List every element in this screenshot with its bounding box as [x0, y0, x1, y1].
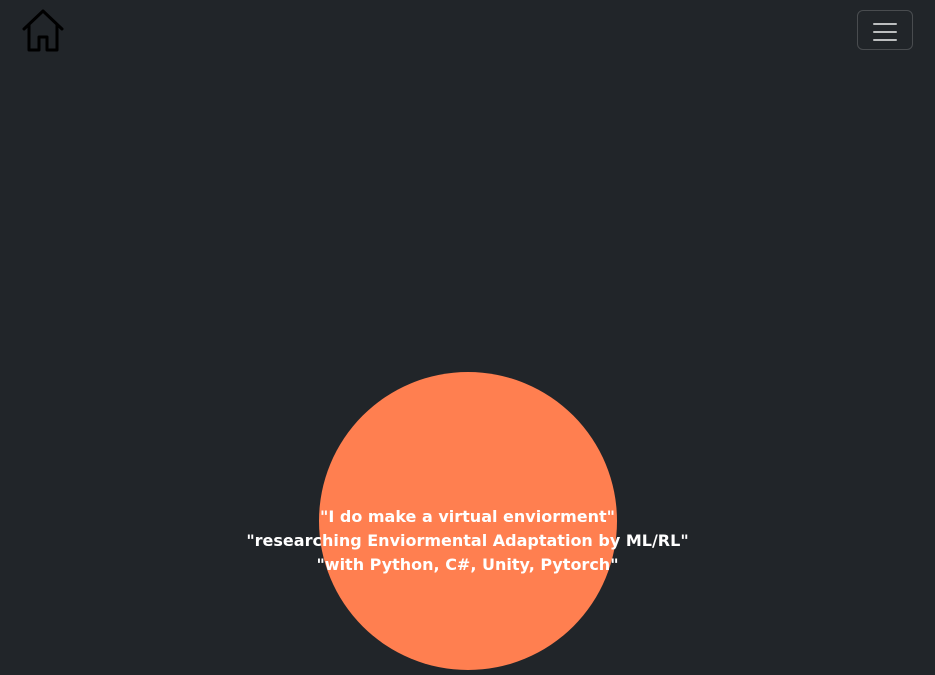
- intro-line: "I do make a virtual enviorment": [320, 507, 615, 526]
- navbar-toggle-button[interactable]: [857, 10, 913, 50]
- intro-line: "with Python, C#, Unity, Pytorch": [316, 555, 619, 574]
- home-link[interactable]: [20, 8, 66, 54]
- intro-line: "researching Enviormental Adaptation by …: [246, 531, 689, 550]
- intro-text: "I do make a virtual enviorment" "resear…: [0, 505, 935, 577]
- page: "I do make a virtual enviorment" "resear…: [0, 0, 935, 675]
- hamburger-menu-icon: [858, 17, 912, 47]
- house-icon: [20, 8, 66, 54]
